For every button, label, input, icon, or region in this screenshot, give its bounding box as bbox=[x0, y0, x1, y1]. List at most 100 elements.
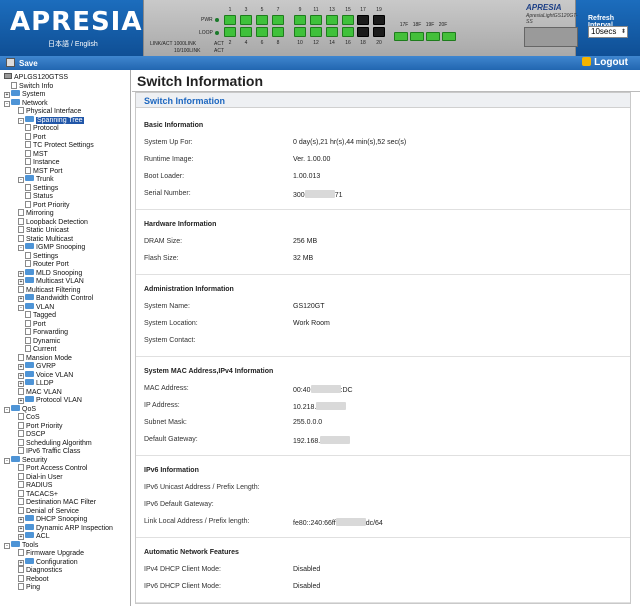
tree-item-label: Ping bbox=[26, 584, 41, 591]
panel-header: Switch Information bbox=[136, 93, 630, 108]
tree-item-label: Physical Interface bbox=[26, 108, 82, 115]
redacted-block bbox=[310, 385, 341, 393]
field-label: Serial Number: bbox=[144, 190, 191, 197]
expand-icon[interactable]: + bbox=[18, 372, 24, 379]
expand-icon[interactable]: + bbox=[4, 92, 10, 98]
page-icon bbox=[18, 107, 24, 114]
save-button[interactable]: Save bbox=[6, 58, 38, 68]
collapse-icon[interactable]: - bbox=[18, 117, 24, 124]
expand-icon[interactable]: + bbox=[18, 270, 24, 277]
folder-icon bbox=[25, 532, 34, 538]
tree-item-label: Bandwidth Control bbox=[36, 295, 94, 302]
device-panel: PWR LOOP LINK/ACT 1000LINK ACT 10/100LIN… bbox=[143, 0, 578, 56]
tree-item-label: Status bbox=[33, 193, 53, 200]
tree-item-label: Network bbox=[22, 99, 48, 107]
port-number: 15 bbox=[345, 7, 351, 13]
toolbar: Save Logout bbox=[0, 56, 640, 70]
expand-icon[interactable]: + bbox=[18, 279, 24, 285]
expand-icon[interactable]: + bbox=[18, 398, 24, 404]
tree-item-label: Switch Info bbox=[19, 82, 54, 90]
sfp-port-label: 18F bbox=[412, 22, 422, 28]
ethernet-port[interactable] bbox=[240, 27, 252, 37]
redacted-block bbox=[304, 190, 335, 198]
folder-icon bbox=[25, 294, 34, 300]
page-icon bbox=[18, 217, 24, 225]
sfp-port[interactable] bbox=[394, 32, 408, 41]
collapse-icon[interactable]: - bbox=[4, 406, 10, 413]
ethernet-port[interactable] bbox=[326, 15, 338, 25]
field-label: MAC Address: bbox=[144, 385, 189, 392]
page-icon bbox=[18, 421, 24, 429]
ethernet-port[interactable] bbox=[294, 15, 306, 25]
tree-item-label: LLDP bbox=[36, 380, 54, 387]
tree-item-label: TC Protect Settings bbox=[33, 142, 94, 149]
ethernet-port[interactable] bbox=[342, 15, 354, 25]
collapse-icon[interactable]: - bbox=[4, 100, 10, 107]
expand-icon[interactable]: + bbox=[18, 559, 24, 566]
expand-icon[interactable]: + bbox=[18, 525, 24, 532]
field-value: 32 MB bbox=[293, 255, 313, 262]
page-icon bbox=[18, 447, 24, 454]
tree-item[interactable]: Ping bbox=[18, 583, 40, 592]
ethernet-port[interactable] bbox=[272, 15, 284, 25]
section-divider bbox=[136, 537, 630, 538]
folder-icon bbox=[25, 515, 34, 521]
legend-1000-act-label: ACT bbox=[214, 41, 224, 47]
page-icon bbox=[25, 141, 31, 148]
logout-icon bbox=[582, 57, 592, 66]
ethernet-port[interactable] bbox=[357, 15, 369, 25]
expand-icon[interactable]: + bbox=[18, 296, 24, 302]
ethernet-port[interactable] bbox=[294, 27, 306, 37]
ethernet-port[interactable] bbox=[272, 27, 284, 37]
port-number: 12 bbox=[313, 40, 319, 46]
language-switch[interactable]: 日本語 / English bbox=[48, 39, 98, 49]
ethernet-port[interactable] bbox=[224, 27, 236, 37]
field-label: IPv6 DHCP Client Mode: bbox=[144, 583, 221, 590]
tree-item-label: MLD Snooping bbox=[36, 269, 83, 277]
tree-item-label: Port bbox=[33, 320, 46, 328]
port-number: 3 bbox=[244, 7, 248, 13]
refresh-interval-select[interactable]: 10secs ⬍ bbox=[588, 26, 628, 38]
field-label: System Contact: bbox=[144, 337, 196, 344]
expand-icon[interactable]: + bbox=[18, 381, 24, 387]
collapse-icon[interactable]: - bbox=[18, 245, 24, 251]
port-number: 9 bbox=[298, 7, 302, 13]
tree-item-label: Voice VLAN bbox=[36, 371, 74, 379]
expand-icon[interactable]: + bbox=[18, 534, 24, 540]
collapse-icon[interactable]: - bbox=[18, 177, 24, 183]
ethernet-port[interactable] bbox=[326, 27, 338, 37]
port-number: 10 bbox=[297, 40, 303, 46]
ethernet-port[interactable] bbox=[310, 27, 322, 37]
ethernet-port[interactable] bbox=[224, 15, 236, 25]
sfp-port[interactable] bbox=[410, 32, 424, 41]
ethernet-port[interactable] bbox=[256, 27, 268, 37]
header-bar: APRESIA 日本語 / English PWR LOOP LINK/ACT … bbox=[0, 0, 640, 56]
collapse-icon[interactable]: - bbox=[18, 304, 24, 311]
page-icon bbox=[18, 464, 24, 471]
field-label: Boot Loader: bbox=[144, 173, 185, 180]
ethernet-port[interactable] bbox=[357, 27, 369, 37]
refresh-interval-value: 10secs bbox=[591, 27, 617, 36]
ethernet-port[interactable] bbox=[310, 15, 322, 25]
expand-icon[interactable]: + bbox=[18, 517, 24, 523]
tree-item-label: RADIUS bbox=[26, 482, 53, 489]
collapse-icon[interactable]: - bbox=[4, 542, 10, 549]
collapse-icon[interactable]: - bbox=[4, 457, 10, 464]
redacted-block bbox=[316, 402, 347, 410]
port-number: 20 bbox=[376, 40, 382, 46]
folder-icon bbox=[25, 523, 34, 530]
sfp-port[interactable] bbox=[426, 32, 440, 41]
field-value-text: fe80::240:66ff bbox=[293, 520, 336, 527]
ethernet-port[interactable] bbox=[342, 27, 354, 37]
expand-icon[interactable]: + bbox=[18, 364, 24, 370]
sfp-port[interactable] bbox=[442, 32, 456, 41]
page-icon bbox=[18, 209, 24, 216]
logout-button[interactable]: Logout bbox=[582, 57, 628, 68]
ethernet-port[interactable] bbox=[373, 15, 385, 25]
field-value-text: Disabled bbox=[293, 566, 321, 573]
ethernet-port[interactable] bbox=[256, 15, 268, 25]
ethernet-port[interactable] bbox=[373, 27, 385, 37]
folder-icon bbox=[11, 455, 20, 462]
ethernet-port[interactable] bbox=[240, 15, 252, 25]
tree-item-label: ACL bbox=[36, 533, 50, 540]
